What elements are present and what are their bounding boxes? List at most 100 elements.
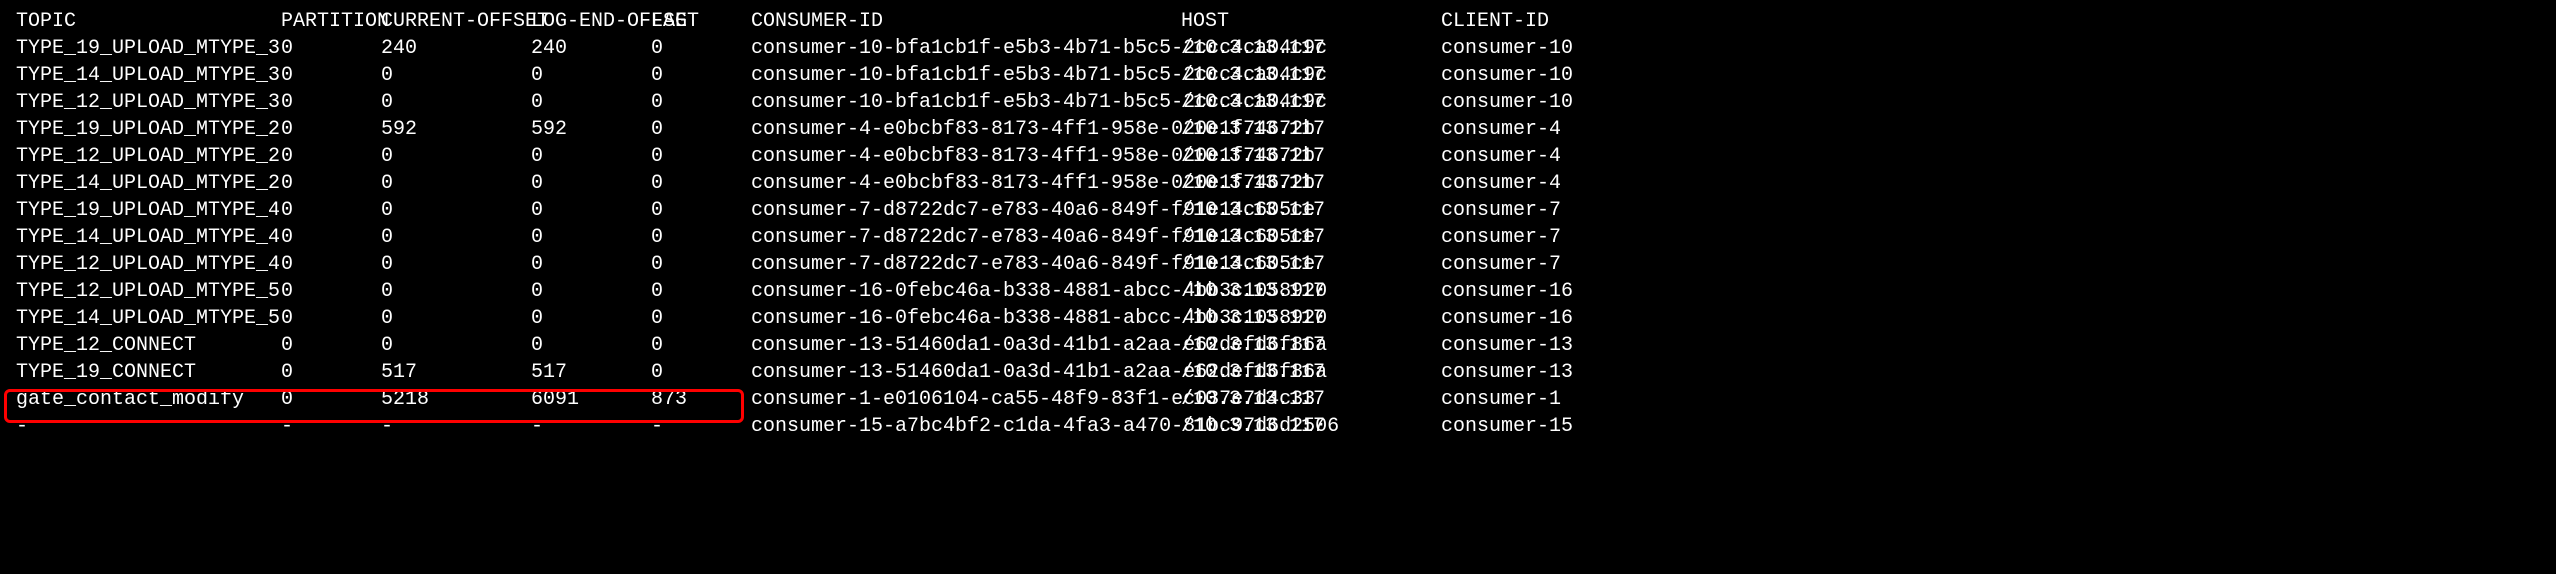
cell-log-end-offset: 592 xyxy=(531,116,651,143)
cell-log-end-offset: 0 xyxy=(531,62,651,89)
cell-client-id: consumer-16 xyxy=(1441,278,1591,305)
cell-lag: 0 xyxy=(651,359,751,386)
table-row: TYPE_19_UPLOAD_MTYPE_40000consumer-7-d87… xyxy=(16,197,2540,224)
cell-topic: TYPE_12_UPLOAD_MTYPE_5 xyxy=(16,278,281,305)
cell-consumer-id: consumer-16-0febc46a-b338-4881-abcc-4bb3… xyxy=(751,305,1181,332)
cell-host: /10.3.13.117 xyxy=(1181,332,1441,359)
cell-client-id: consumer-16 xyxy=(1441,305,1591,332)
cell-client-id: consumer-10 xyxy=(1441,89,1591,116)
cell-partition: 0 xyxy=(281,35,381,62)
cell-lag: 0 xyxy=(651,305,751,332)
cell-client-id: consumer-7 xyxy=(1441,251,1591,278)
cell-lag: 0 xyxy=(651,62,751,89)
cell-log-end-offset: 517 xyxy=(531,359,651,386)
cell-host: /10.3.13.117 xyxy=(1181,143,1441,170)
cell-topic: TYPE_19_UPLOAD_MTYPE_3 xyxy=(16,35,281,62)
cell-partition: 0 xyxy=(281,143,381,170)
cell-log-end-offset: 240 xyxy=(531,35,651,62)
cell-lag: 0 xyxy=(651,332,751,359)
table-header: TOPIC PARTITION CURRENT-OFFSET LOG-END-O… xyxy=(16,8,2540,35)
table-row: TYPE_19_UPLOAD_MTYPE_205925920consumer-4… xyxy=(16,116,2540,143)
cell-host: /10.3.13.117 xyxy=(1181,251,1441,278)
cell-client-id: consumer-15 xyxy=(1441,413,1591,440)
cell-current-offset: 0 xyxy=(381,170,531,197)
cell-consumer-id: consumer-10-bfa1cb1f-e5b3-4b71-b5c5-2ccc… xyxy=(751,62,1181,89)
cell-host: /10.3.13.117 xyxy=(1181,116,1441,143)
cell-current-offset: 5218 xyxy=(381,386,531,413)
table-row: -----consumer-15-a7bc4bf2-c1da-4fa3-a470… xyxy=(16,413,2540,440)
cell-log-end-offset: 0 xyxy=(531,278,651,305)
cell-log-end-offset: 0 xyxy=(531,332,651,359)
cell-current-offset: 0 xyxy=(381,251,531,278)
cell-host: /10.3.13.117 xyxy=(1181,89,1441,116)
cell-consumer-id: consumer-4-e0bcbf83-8173-4ff1-958e-020e1… xyxy=(751,170,1181,197)
cell-partition: 0 xyxy=(281,278,381,305)
cell-topic: TYPE_14_UPLOAD_MTYPE_2 xyxy=(16,170,281,197)
cell-host: /10.3.13.117 xyxy=(1181,278,1441,305)
table-row: TYPE_12_UPLOAD_MTYPE_20000consumer-4-e0b… xyxy=(16,143,2540,170)
header-host: HOST xyxy=(1181,8,1441,35)
cell-partition: 0 xyxy=(281,359,381,386)
cell-consumer-id: consumer-10-bfa1cb1f-e5b3-4b71-b5c5-2ccc… xyxy=(751,89,1181,116)
header-client-id: CLIENT-ID xyxy=(1441,8,1591,35)
cell-partition: 0 xyxy=(281,251,381,278)
cell-partition: 0 xyxy=(281,116,381,143)
cell-partition: 0 xyxy=(281,197,381,224)
cell-host: /10.3.13.117 xyxy=(1181,35,1441,62)
cell-partition: 0 xyxy=(281,386,381,413)
cell-current-offset: - xyxy=(381,413,531,440)
cell-current-offset: 592 xyxy=(381,116,531,143)
cell-consumer-id: consumer-4-e0bcbf83-8173-4ff1-958e-020e1… xyxy=(751,143,1181,170)
cell-client-id: consumer-1 xyxy=(1441,386,1591,413)
cell-consumer-id: consumer-15-a7bc4bf2-c1da-4fa3-a470-81bc… xyxy=(751,413,1181,440)
cell-partition: 0 xyxy=(281,62,381,89)
cell-topic: TYPE_12_CONNECT xyxy=(16,332,281,359)
cell-host: /10.3.13.117 xyxy=(1181,170,1441,197)
cell-host: /10.3.13.117 xyxy=(1181,386,1441,413)
cell-current-offset: 0 xyxy=(381,305,531,332)
cell-topic: TYPE_14_UPLOAD_MTYPE_3 xyxy=(16,62,281,89)
table-row: TYPE_19_UPLOAD_MTYPE_302402400consumer-1… xyxy=(16,35,2540,62)
cell-log-end-offset: 0 xyxy=(531,224,651,251)
cell-host: /10.3.13.117 xyxy=(1181,62,1441,89)
header-consumer-id: CONSUMER-ID xyxy=(751,8,1181,35)
cell-log-end-offset: 0 xyxy=(531,143,651,170)
cell-current-offset: 517 xyxy=(381,359,531,386)
cell-client-id: consumer-7 xyxy=(1441,224,1591,251)
table-row: TYPE_12_UPLOAD_MTYPE_50000consumer-16-0f… xyxy=(16,278,2540,305)
table-row: TYPE_14_UPLOAD_MTYPE_20000consumer-4-e0b… xyxy=(16,170,2540,197)
cell-partition: 0 xyxy=(281,224,381,251)
cell-client-id: consumer-7 xyxy=(1441,197,1591,224)
table-body: TYPE_19_UPLOAD_MTYPE_302402400consumer-1… xyxy=(16,35,2540,440)
cell-lag: 0 xyxy=(651,35,751,62)
table-row: TYPE_14_UPLOAD_MTYPE_50000consumer-16-0f… xyxy=(16,305,2540,332)
cell-log-end-offset: 0 xyxy=(531,170,651,197)
cell-lag: 0 xyxy=(651,143,751,170)
cell-topic: TYPE_14_UPLOAD_MTYPE_5 xyxy=(16,305,281,332)
cell-consumer-id: consumer-7-d8722dc7-e783-40a6-849f-f91e1… xyxy=(751,224,1181,251)
cell-log-end-offset: 0 xyxy=(531,305,651,332)
cell-consumer-id: consumer-1-e0106104-ca55-48f9-83f1-ec037… xyxy=(751,386,1181,413)
cell-partition: - xyxy=(281,413,381,440)
cell-host: /10.3.13.117 xyxy=(1181,224,1441,251)
cell-log-end-offset: 0 xyxy=(531,89,651,116)
cell-current-offset: 240 xyxy=(381,35,531,62)
header-topic: TOPIC xyxy=(16,8,281,35)
cell-lag: 0 xyxy=(651,89,751,116)
cell-lag: 0 xyxy=(651,251,751,278)
cell-current-offset: 0 xyxy=(381,278,531,305)
cell-partition: 0 xyxy=(281,89,381,116)
cell-current-offset: 0 xyxy=(381,197,531,224)
cell-consumer-id: consumer-10-bfa1cb1f-e5b3-4b71-b5c5-2ccc… xyxy=(751,35,1181,62)
cell-consumer-id: consumer-16-0febc46a-b338-4881-abcc-4bb3… xyxy=(751,278,1181,305)
table-row: TYPE_12_UPLOAD_MTYPE_40000consumer-7-d87… xyxy=(16,251,2540,278)
cell-log-end-offset: 0 xyxy=(531,251,651,278)
cell-client-id: consumer-4 xyxy=(1441,143,1591,170)
cell-lag: 0 xyxy=(651,170,751,197)
header-partition: PARTITION xyxy=(281,8,381,35)
cell-lag: 873 xyxy=(651,386,751,413)
cell-lag: 0 xyxy=(651,197,751,224)
table-row: TYPE_14_UPLOAD_MTYPE_30000consumer-10-bf… xyxy=(16,62,2540,89)
cell-consumer-id: consumer-13-51460da1-0a3d-41b1-a2aa-e62d… xyxy=(751,359,1181,386)
header-current-offset: CURRENT-OFFSET xyxy=(381,8,531,35)
